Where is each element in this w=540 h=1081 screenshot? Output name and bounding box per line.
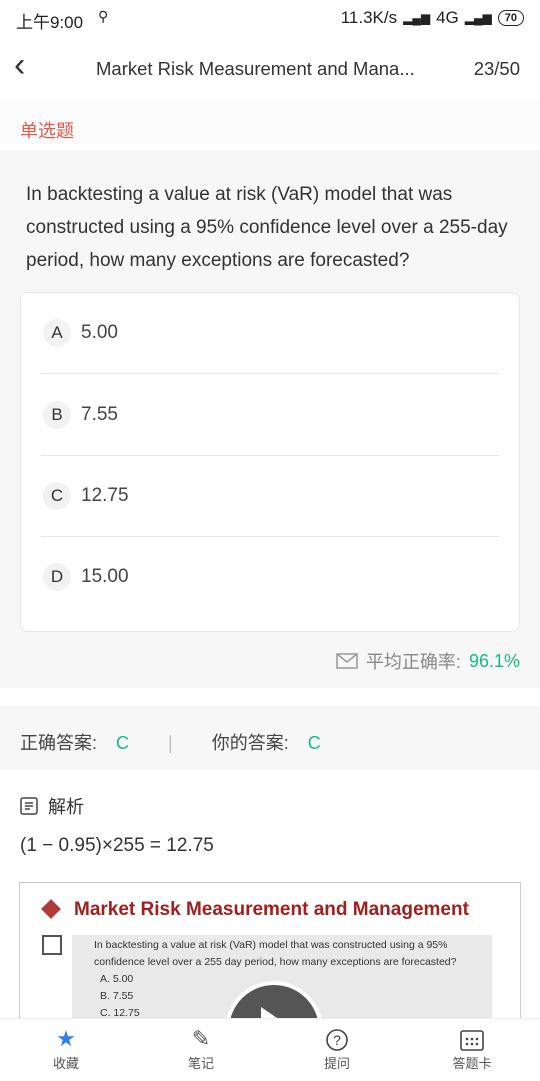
correct-answer-label: 正确答案: [20,733,98,753]
option-text: 5.00 [81,322,118,343]
question-text: In backtesting a value at risk (VaR) mod… [26,184,508,271]
star-icon: ★ [56,1026,76,1051]
option-text: 12.75 [81,485,129,506]
question-icon: ? [297,1025,377,1053]
question-type-label: 单选题 [20,121,74,141]
document-icon [20,797,38,815]
signal-icon: ▂▄▆ [403,11,431,25]
option-d[interactable]: D 15.00 [41,537,499,617]
option-text: 15.00 [81,566,129,587]
question-counter: 23/50 [473,58,520,79]
avg-value: 96.1% [468,650,520,671]
type-band [0,100,540,144]
calculator-icon [42,935,62,955]
your-answer-label: 你的答案: [211,733,289,753]
tab-label: 答题卡 [452,1056,492,1071]
slide-title: Market Risk Measurement and Management [74,899,469,920]
status-right: 11.3K/s ▂▄▆ 4G ▂▄▆ 70 [341,8,524,28]
your-answer-value: C [307,733,321,753]
mail-icon [336,653,358,669]
tab-label: 笔记 [187,1056,214,1071]
answer-card-icon [432,1025,512,1053]
average-accuracy: 平均正确率: 96.1% [336,648,520,674]
tab-notes[interactable]: ✎ 笔记 [161,1025,241,1072]
option-b[interactable]: B 7.55 [41,375,499,456]
network-speed: 11.3K/s [340,8,398,27]
tab-label: 提问 [323,1056,350,1071]
slide-question: In backtesting a value at risk (VaR) mod… [94,939,457,968]
answer-summary: 正确答案: C | 你的答案: C [20,729,321,755]
network-type: 4G [436,8,459,27]
tab-label: 收藏 [52,1056,79,1071]
analysis-formula: (1 − 0.95)×255 = 12.75 [20,835,214,856]
correct-answer-value: C [116,733,130,753]
edit-icon: ✎ [191,1026,211,1051]
nav-header: ‹ Market Risk Measurement and Mana... 23… [0,36,540,100]
status-bar: 上午9:00 ⚲ 11.3K/s ▂▄▆ 4G ▂▄▆ 70 [0,0,540,36]
analysis-heading: 解析 [20,793,84,819]
svg-text:?: ? [333,1032,341,1048]
page-title: Market Risk Measurement and Mana... [96,58,415,79]
slide-option: A. 5.00 [100,973,134,985]
slide-bullet-icon [41,899,61,919]
search-icon: ⚲ [98,8,109,24]
option-letter: D [43,563,71,591]
option-text: 7.55 [81,404,118,425]
avg-label: 平均正确率: [365,652,461,672]
tab-favorite[interactable]: ★ 收藏 [26,1025,106,1072]
option-letter: B [43,401,71,429]
option-c[interactable]: C 12.75 [41,456,499,537]
tab-answer-card[interactable]: 答题卡 [432,1025,512,1072]
signal-icon-2: ▂▄▆ [464,11,492,25]
bottom-tab-bar: ★ 收藏 ✎ 笔记 ? 提问 答题卡 [0,1018,540,1081]
tab-ask[interactable]: ? 提问 [297,1025,377,1072]
option-a[interactable]: A 5.00 [41,293,499,374]
back-chevron-icon[interactable]: ‹ [14,48,25,82]
battery-icon: 70 [497,10,524,26]
status-time: 上午9:00 [16,13,84,32]
analysis-title: 解析 [48,797,84,817]
option-letter: A [43,319,71,347]
option-letter: C [43,482,71,510]
divider: | [168,733,173,753]
options-card: A 5.00 B 7.55 C 12.75 D 15.00 [20,292,520,632]
